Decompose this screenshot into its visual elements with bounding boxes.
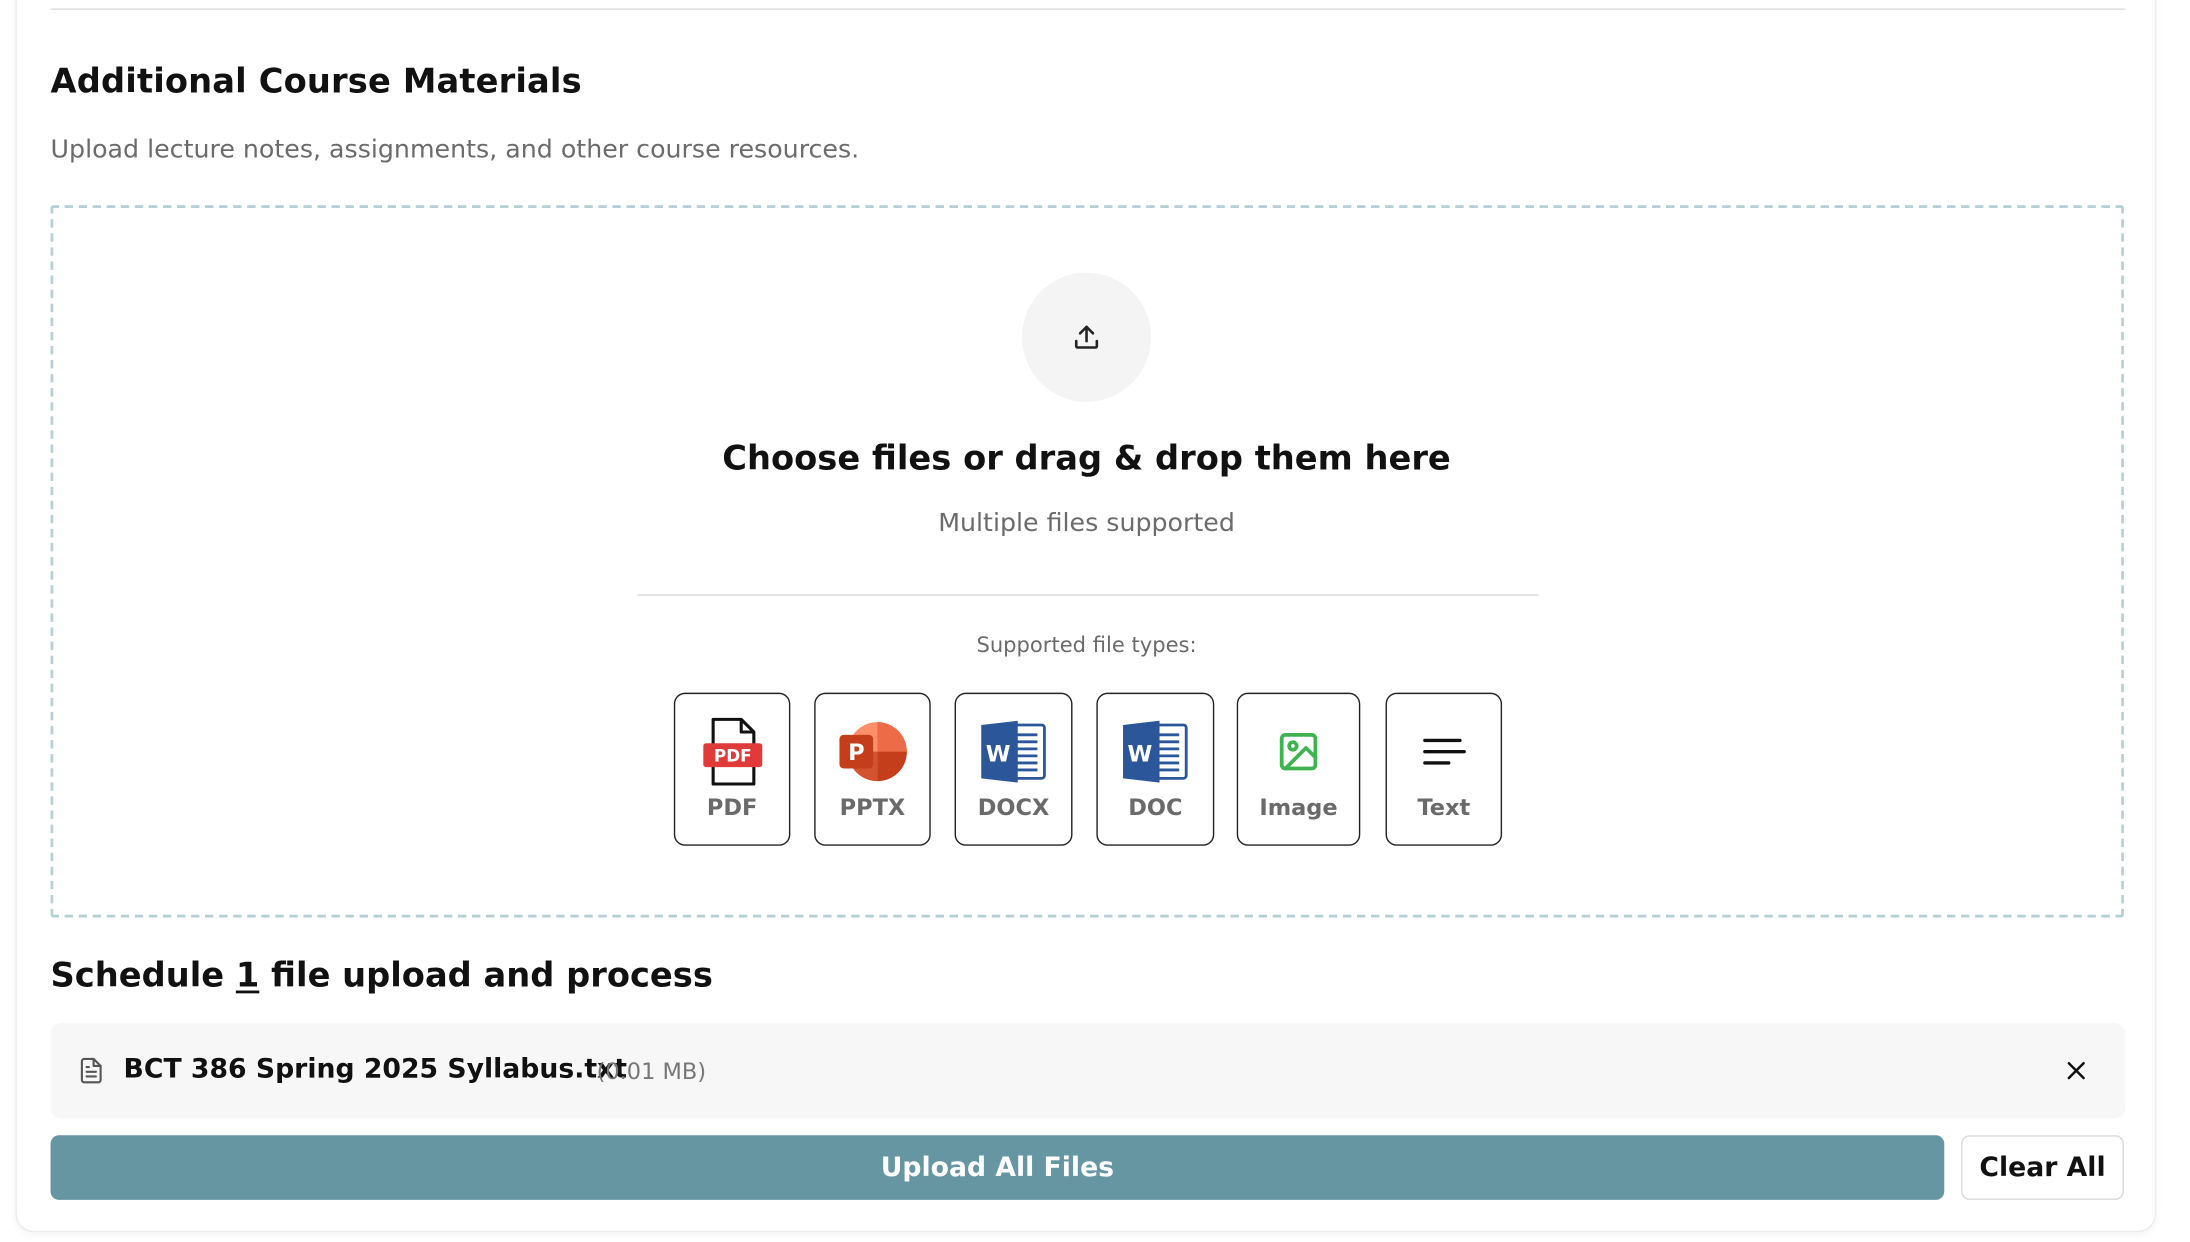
section-title: Additional Course Materials — [50, 61, 582, 102]
supported-types-label: Supported file types: — [976, 632, 1197, 658]
file-type-label: DOCX — [977, 793, 1050, 821]
word-icon: W — [981, 720, 1046, 783]
svg-text:P: P — [847, 740, 863, 766]
upload-button[interactable] — [1021, 272, 1152, 402]
remove-file-button[interactable] — [2058, 1052, 2094, 1089]
schedule-suffix: file upload and process — [271, 955, 713, 995]
clear-all-button[interactable]: Clear All — [1961, 1135, 2124, 1200]
close-icon — [2067, 1061, 2085, 1080]
upload-icon — [1074, 325, 1099, 349]
svg-text:W: W — [986, 742, 1011, 768]
file-type-pdf[interactable]: PDF PDF — [673, 692, 791, 846]
schedule-title: Schedule 1 file upload and process — [51, 955, 713, 994]
text-lines-icon — [1422, 738, 1466, 765]
top-divider — [50, 8, 2126, 10]
file-type-image[interactable]: Image — [1236, 692, 1361, 846]
dropzone-subtitle: Multiple files supported — [938, 508, 1235, 539]
file-list-item: BCT 386 Spring 2025 Syllabus.txt (0.01 M… — [50, 1022, 2126, 1119]
file-type-label: PDF — [706, 793, 758, 821]
file-type-label: DOC — [1128, 793, 1183, 821]
document-icon — [80, 1057, 102, 1084]
stage: Additional Course Materials Upload lectu… — [0, 0, 2190, 1242]
section-subtitle: Upload lecture notes, assignments, and o… — [50, 134, 860, 165]
image-icon — [1279, 732, 1318, 771]
upload-all-files-button[interactable]: Upload All Files — [50, 1135, 1945, 1200]
powerpoint-icon: P — [838, 722, 907, 782]
file-type-label: Text — [1417, 793, 1471, 821]
file-size: (0.01 MB) — [596, 1057, 707, 1085]
file-name: BCT 386 Spring 2025 Syllabus.txt — [123, 1053, 628, 1085]
file-type-label: Image — [1259, 793, 1338, 821]
file-type-label: PPTX — [839, 793, 906, 821]
dropzone-title: Choose files or drag & drop them here — [722, 438, 1451, 478]
dropzone-divider — [637, 594, 1539, 596]
file-type-pptx[interactable]: P PPTX — [814, 692, 931, 846]
pdf-icon: PDF — [702, 717, 762, 786]
schedule-prefix: Schedule — [50, 955, 225, 995]
file-type-doc[interactable]: W DOC — [1096, 692, 1215, 846]
svg-text:PDF: PDF — [713, 746, 751, 766]
file-type-text[interactable]: Text — [1385, 692, 1503, 846]
schedule-count: 1 — [235, 955, 260, 995]
file-type-docx[interactable]: W DOCX — [954, 692, 1073, 846]
svg-text:W: W — [1127, 742, 1152, 768]
word-icon: W — [1123, 720, 1188, 783]
